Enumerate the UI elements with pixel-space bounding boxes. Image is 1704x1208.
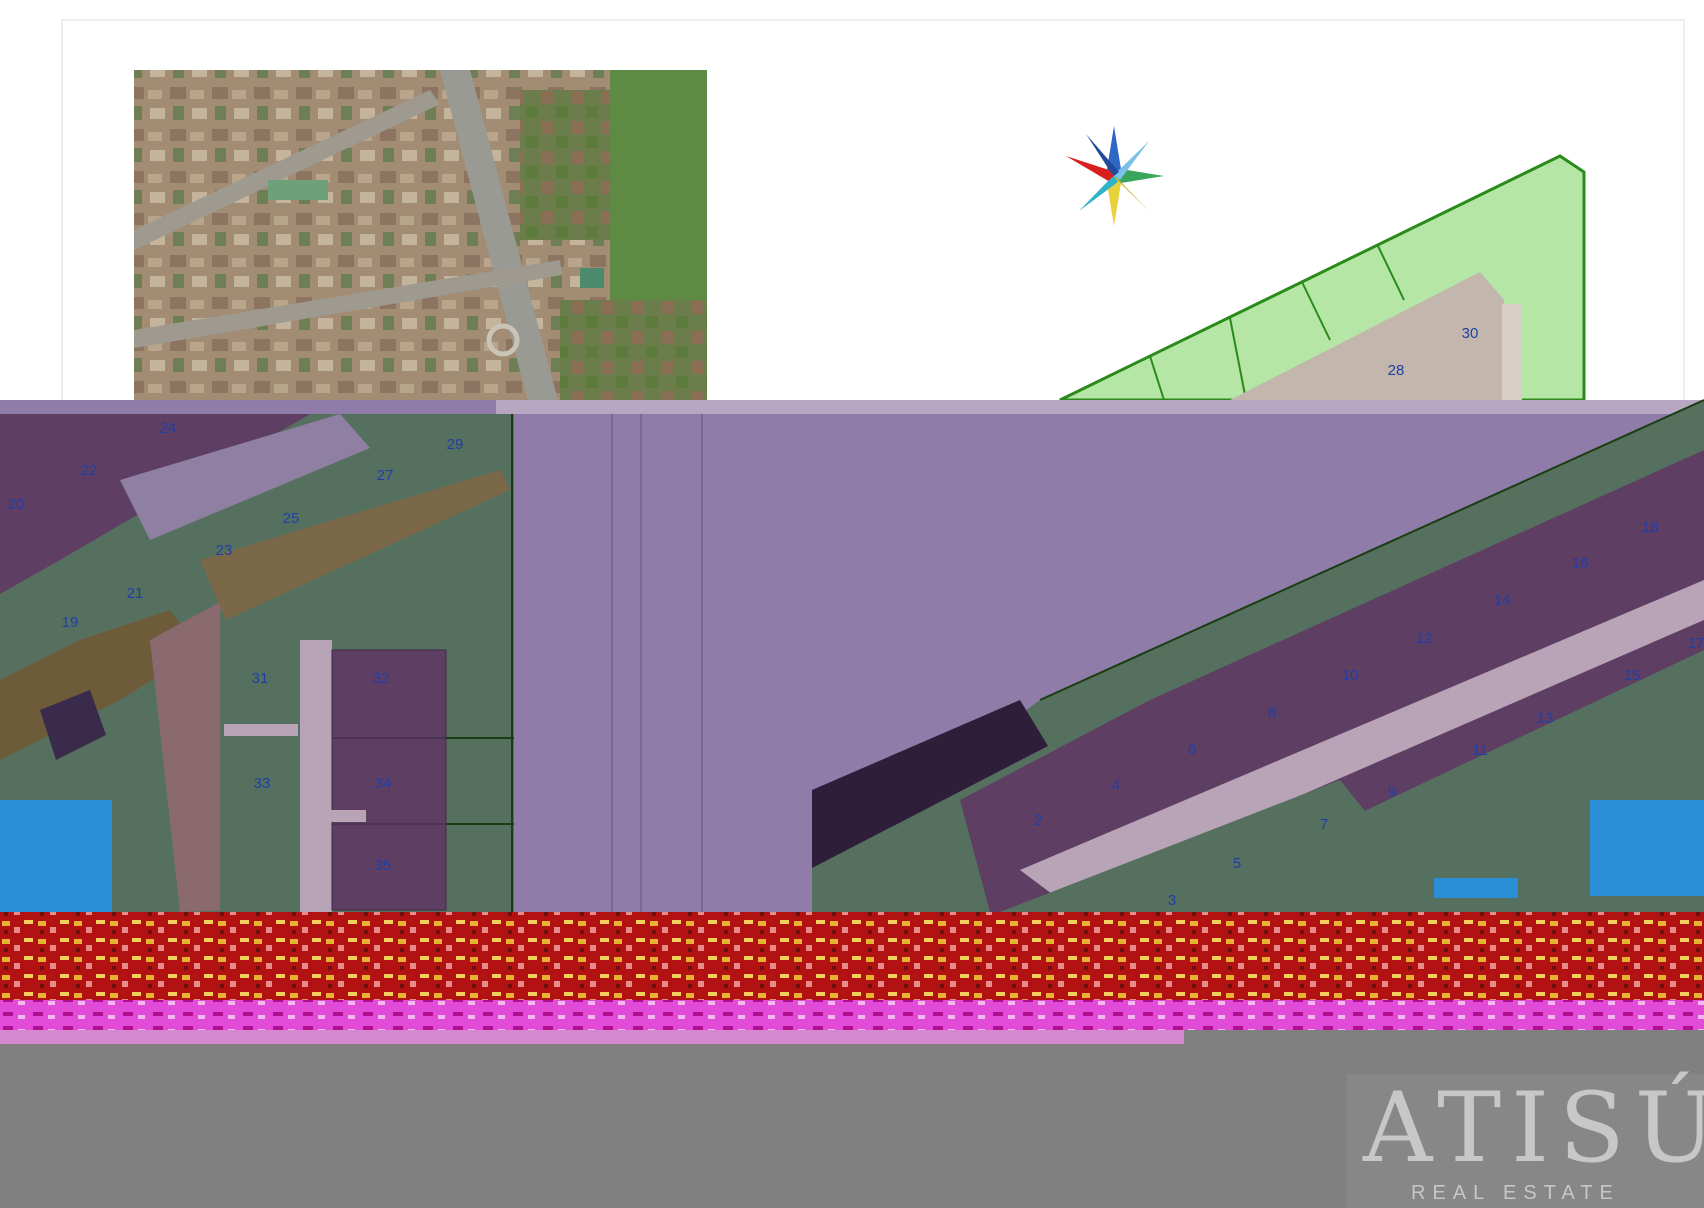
plot-label-18: 18 — [1642, 519, 1659, 536]
plot-label-22: 22 — [81, 462, 98, 479]
plot-label-24: 24 — [160, 420, 177, 437]
site-plan-map: 2 3 4 5 6 7 8 9 10 11 12 13 14 15 16 17 … — [0, 0, 1704, 1208]
plot-label-16: 16 — [1572, 555, 1589, 572]
plot-label-35: 35 — [375, 857, 392, 874]
plot-label-27: 27 — [377, 467, 394, 484]
plot-label-25: 25 — [283, 510, 300, 527]
plot-label-9: 9 — [1388, 784, 1396, 801]
corrupted-band — [0, 912, 1704, 1000]
plot-label-5: 5 — [1233, 855, 1241, 872]
plot-label-32: 32 — [373, 670, 390, 687]
plot-label-23: 23 — [216, 542, 233, 559]
plot-label-33: 33 — [254, 775, 271, 792]
plot-label-21: 21 — [127, 585, 144, 602]
plot-label-12: 12 — [1416, 630, 1433, 647]
plot-label-31: 31 — [252, 670, 269, 687]
plot-label-15: 15 — [1624, 667, 1641, 684]
site-plan-image: 2 3 4 5 6 7 8 9 10 11 12 13 14 15 16 17 … — [0, 0, 1704, 1208]
plot-label-10: 10 — [1342, 667, 1359, 684]
plot-label-8: 8 — [1268, 704, 1276, 721]
plot-label-14: 14 — [1494, 592, 1511, 609]
plot-label-17: 17 — [1688, 635, 1704, 652]
plot-label-19: 19 — [62, 614, 79, 631]
plot-label-20: 20 — [8, 496, 25, 513]
plot-label-13: 13 — [1537, 710, 1554, 727]
plot-label-2: 2 — [1034, 812, 1042, 829]
aerial-photo-inset — [134, 70, 707, 408]
watermark-logo: ATISÚ — [1363, 1072, 1704, 1184]
left-block — [0, 414, 514, 912]
plot-label-7: 7 — [1320, 816, 1328, 833]
plot-label-11: 11 — [1472, 742, 1488, 759]
watermark: ATISÚ REAL ESTATE — [1347, 1074, 1704, 1208]
plot-label-28: 28 — [1388, 362, 1405, 379]
plot-label-29: 29 — [447, 436, 464, 453]
plot-label-3: 3 — [1168, 892, 1176, 909]
plot-label-30: 30 — [1462, 325, 1479, 342]
corrupted-band-magenta — [0, 1000, 1704, 1030]
plot-label-6: 6 — [1188, 741, 1196, 758]
watermark-tagline: REAL ESTATE — [1411, 1182, 1620, 1204]
plot-label-4: 4 — [1112, 777, 1120, 794]
plot-label-34: 34 — [375, 775, 392, 792]
